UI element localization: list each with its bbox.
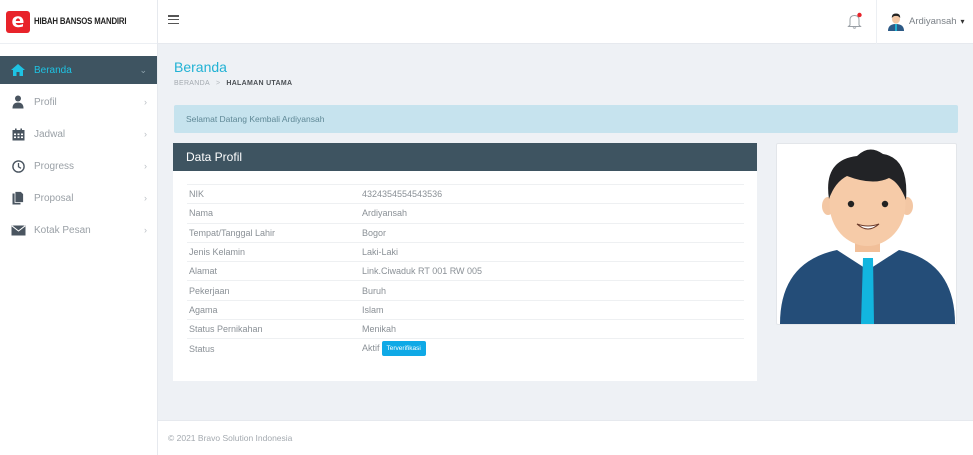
calendar-icon: [10, 126, 26, 142]
chevron-down-icon: ⌄: [139, 64, 147, 75]
sidebar-item-label: Progress: [34, 160, 75, 172]
profile-table: NIK 4324354554543536 Nama Ardiyansah Tempa…: [187, 183, 744, 359]
row-label: Agama: [187, 299, 362, 320]
user-name: Ardiyansah: [909, 15, 957, 27]
row-value: Islam: [362, 299, 744, 320]
row-label: Nama: [187, 203, 362, 224]
row-value-cell: Aktif Terverifikasi: [362, 338, 744, 359]
breadcrumb-current: HALAMAN UTAMA: [226, 80, 293, 87]
row-label: NIK: [187, 183, 362, 204]
row-value: Link.Ciwaduk RT 001 RW 005: [362, 261, 744, 281]
sidebar-item-beranda[interactable]: Beranda ⌄: [0, 56, 157, 84]
breadcrumb-root[interactable]: BERANDA: [174, 80, 210, 87]
footer-copyright: © 2021 Bravo Solution Indonesia: [168, 433, 293, 443]
row-value: Bogor: [362, 222, 744, 243]
table-row: Status Aktif Terverifikasi: [187, 338, 744, 359]
user-icon: [10, 94, 26, 110]
sidebar-item-proposal[interactable]: Proposal ›: [0, 184, 157, 212]
breadcrumb: BERANDA > HALAMAN UTAMA: [174, 80, 292, 87]
sidebar-item-kotak-pesan[interactable]: Kotak Pesan ›: [0, 216, 157, 244]
profile-card-header: Data Profil: [173, 143, 757, 171]
table-row: Pekerjaan Buruh: [187, 280, 744, 301]
row-value: Buruh: [362, 280, 744, 301]
row-label: Alamat: [187, 261, 362, 281]
table-row: Jenis Kelamin Laki-Laki: [187, 241, 744, 262]
breadcrumb-separator: >: [215, 80, 221, 87]
row-value: Menikah: [362, 319, 744, 339]
sidebar-item-label: Beranda: [34, 64, 72, 76]
welcome-alert-text: Selamat Datang Kembali Ardiyansah: [186, 114, 325, 124]
sidebar-item-label: Jadwal: [34, 128, 66, 140]
avatar-illustration: [780, 149, 955, 324]
table-row: Tempat/Tanggal Lahir Bogor: [187, 222, 744, 243]
brand-name: HIBAH BANSOS MANDIRI: [34, 16, 127, 27]
home-icon: [10, 62, 26, 78]
sidebar-item-label: Proposal: [34, 192, 74, 204]
row-value: Ardiyansah: [362, 203, 744, 224]
row-label: Pekerjaan: [187, 280, 362, 301]
topbar-divider: [876, 0, 877, 44]
table-row: Alamat Link.Ciwaduk RT 001 RW 005: [187, 261, 744, 281]
topbar: Ardiyansah ▾: [158, 0, 973, 44]
row-label: Status: [187, 338, 362, 359]
page-title: Beranda: [174, 59, 227, 75]
table-row: Status Pernikahan Menikah: [187, 319, 744, 339]
chevron-right-icon: ›: [144, 161, 147, 171]
clock-icon: [10, 158, 26, 174]
notification-bell-icon[interactable]: [847, 12, 863, 30]
chevron-down-icon: ▾: [960, 16, 965, 26]
menu-toggle-icon[interactable]: [168, 15, 179, 25]
sidebar-item-jadwal[interactable]: Jadwal ›: [0, 120, 157, 148]
profile-photo: [776, 143, 957, 325]
chevron-right-icon: ›: [144, 97, 147, 107]
table-row: Agama Islam: [187, 299, 744, 320]
brand-logo: e: [6, 10, 30, 33]
sidebar-item-progress[interactable]: Progress ›: [0, 152, 157, 180]
row-label: Tempat/Tanggal Lahir: [187, 222, 362, 243]
row-label: Jenis Kelamin: [187, 241, 362, 262]
sidebar-menu: Beranda ⌄ Profil › Jadwal › Progress › P…: [0, 56, 157, 244]
avatar: [887, 11, 905, 31]
status-value: Aktif: [362, 343, 380, 354]
document-icon: [10, 190, 26, 206]
status-badge: Terverifikasi: [381, 341, 426, 357]
chevron-right-icon: ›: [144, 129, 147, 139]
chevron-right-icon: ›: [144, 225, 147, 235]
welcome-alert: Selamat Datang Kembali Ardiyansah: [174, 105, 958, 133]
sidebar-item-label: Kotak Pesan: [34, 224, 91, 236]
sidebar-item-profil[interactable]: Profil ›: [0, 88, 157, 116]
row-value: Laki-Laki: [362, 241, 744, 262]
table-row: NIK 4324354554543536: [187, 183, 744, 204]
user-menu[interactable]: Ardiyansah ▾: [887, 11, 965, 31]
profile-card: Data Profil NIK 4324354554543536 Nama Ardi…: [173, 143, 757, 381]
sidebar-item-label: Profil: [34, 96, 57, 108]
row-value: 4324354554543536: [362, 183, 744, 204]
brand[interactable]: e HIBAH BANSOS MANDIRI: [0, 0, 157, 44]
chevron-right-icon: ›: [144, 193, 147, 203]
envelope-icon: [10, 222, 26, 238]
footer: © 2021 Bravo Solution Indonesia: [158, 420, 973, 455]
sidebar: e HIBAH BANSOS MANDIRI Beranda ⌄ Profil …: [0, 0, 158, 455]
table-row: Nama Ardiyansah: [187, 203, 744, 224]
row-label: Status Pernikahan: [187, 319, 362, 339]
